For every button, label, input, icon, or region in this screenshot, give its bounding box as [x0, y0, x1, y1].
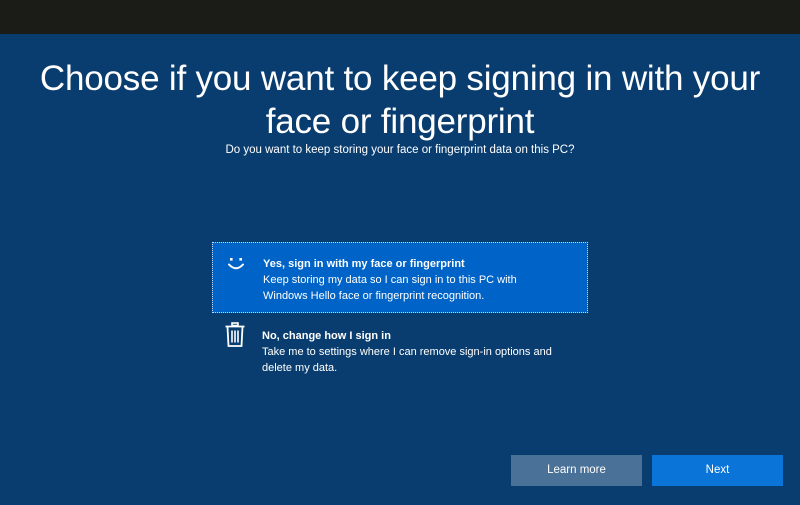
option-keep-text: Yes, sign in with my face or fingerprint… [263, 256, 581, 304]
page-title-line-2: face or fingerprint [265, 102, 535, 141]
top-bar [0, 0, 800, 34]
option-change-desc-line-1: Take me to settings where I can remove s… [262, 346, 552, 358]
option-keep-desc-line-1: Keep storing my data so I can sign in to… [263, 274, 517, 286]
page-title: Choose if you want to keep signing in wi… [0, 57, 800, 143]
page-title-line-1: Choose if you want to keep signing in wi… [39, 59, 761, 98]
page-subtitle: Do you want to keep storing your face or… [225, 144, 575, 156]
option-change-heading: No, change how I sign in [262, 330, 391, 342]
option-keep-face-fingerprint[interactable]: Yes, sign in with my face or fingerprint… [212, 242, 588, 313]
learn-more-button[interactable]: Learn more [511, 455, 642, 486]
smiley-face-icon [225, 253, 247, 275]
option-change-desc-line-2: delete my data. [262, 362, 338, 374]
option-change-text: No, change how I sign in Take me to sett… [262, 328, 580, 376]
option-keep-desc-line-2: Windows Hello face or fingerprint recogn… [263, 290, 485, 302]
next-button[interactable]: Next [652, 455, 783, 486]
option-keep-heading: Yes, sign in with my face or fingerprint [263, 258, 465, 270]
option-change-sign-in[interactable]: No, change how I sign in Take me to sett… [212, 322, 588, 382]
trash-can-icon [224, 322, 246, 347]
